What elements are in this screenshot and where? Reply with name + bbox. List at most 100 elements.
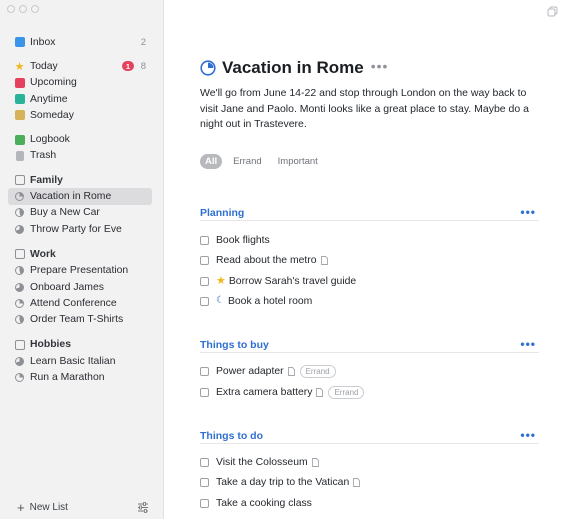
star-icon: ★ — [14, 60, 25, 73]
project-progress-icon — [14, 207, 25, 218]
sidebar-project-throw-party-for-eve[interactable]: Throw Party for Eve — [0, 221, 164, 237]
tag-filter-errand[interactable]: Errand — [228, 154, 267, 169]
page-title[interactable]: Vacation in Rome — [222, 58, 364, 78]
sidebar-project-attend-conference[interactable]: Attend Conference — [0, 295, 164, 311]
area-cube-icon — [14, 339, 25, 350]
todo-checkbox[interactable] — [200, 276, 209, 286]
todo-item[interactable]: ★ Borrow Sarah's travel guide — [200, 273, 356, 289]
project-progress-icon — [14, 356, 25, 367]
todo-checkbox[interactable] — [200, 477, 209, 487]
copy-window-icon[interactable] — [547, 6, 558, 17]
tag-filter-all[interactable]: All — [200, 154, 223, 169]
plus-icon[interactable]: + — [17, 501, 25, 514]
todo-checkbox[interactable] — [200, 498, 209, 508]
tag-filter-bar: All Errand Important — [200, 154, 323, 169]
sidebar-area-work[interactable]: Work — [0, 246, 164, 262]
new-list-button[interactable]: New List — [30, 502, 68, 513]
sidebar-item-today[interactable]: ★ Today 1 8 — [0, 58, 164, 74]
sidebar-item-label: Today — [30, 60, 58, 72]
heading-more-button[interactable]: ••• — [520, 337, 536, 351]
sidebar-project-label: Learn Basic Italian — [30, 355, 116, 367]
sidebar-project-order-team-t-shirts[interactable]: Order Team T-Shirts — [0, 311, 164, 327]
todo-label: Borrow Sarah's travel guide — [228, 275, 357, 287]
sliders-icon[interactable] — [137, 501, 149, 513]
sidebar-project-prepare-presentation[interactable]: Prepare Presentation — [0, 263, 164, 279]
sidebar-item-trash[interactable]: Trash — [0, 148, 164, 164]
calendar-icon — [14, 77, 25, 88]
todo-item[interactable]: Take a cooking class — [200, 495, 312, 511]
todo-item[interactable]: Visit the Colosseum — [200, 454, 319, 470]
project-progress-icon — [14, 282, 25, 293]
sidebar-project-label: Prepare Presentation — [30, 265, 129, 277]
sidebar-nav: Inbox 2 ★ Today 1 8 Upcoming Anytime Som… — [0, 34, 164, 386]
tag-filter-important[interactable]: Important — [273, 154, 323, 169]
sidebar-footer: + New List — [0, 495, 164, 519]
sidebar-item-label: Upcoming — [30, 77, 77, 89]
sidebar-item-inbox[interactable]: Inbox 2 — [0, 34, 164, 50]
todo-label: Take a day trip to the Vatican — [216, 476, 350, 488]
project-progress-icon — [14, 298, 25, 309]
heading-things-to-do[interactable]: Things to do ••• — [200, 428, 539, 444]
project-notes[interactable]: We'll go from June 14-22 and stop throug… — [200, 86, 540, 133]
sidebar-area-family[interactable]: Family — [0, 172, 164, 188]
todo-item[interactable]: Power adapter Errand — [200, 363, 336, 379]
todo-checkbox[interactable] — [200, 366, 209, 376]
note-icon — [316, 387, 324, 397]
sidebar-project-vacation-in-rome[interactable]: Vacation in Rome — [8, 188, 152, 205]
heading-more-button[interactable]: ••• — [520, 205, 536, 219]
todo-label: Power adapter — [216, 365, 284, 377]
note-icon — [311, 457, 319, 467]
todo-checkbox[interactable] — [200, 235, 209, 245]
zoom-window-button[interactable] — [31, 5, 39, 13]
todo-item[interactable]: ☾ Book a hotel room — [200, 293, 312, 309]
heading-things-to-buy[interactable]: Things to buy ••• — [200, 337, 539, 353]
sidebar-project-label: Onboard James — [30, 281, 104, 293]
app-window: Inbox 2 ★ Today 1 8 Upcoming Anytime Som… — [0, 0, 565, 519]
sidebar-project-run-a-marathon[interactable]: Run a Marathon — [0, 369, 164, 385]
todo-checkbox[interactable] — [200, 387, 209, 397]
sidebar-project-buy-a-new-car[interactable]: Buy a New Car — [0, 205, 164, 221]
sidebar-project-label: Throw Party for Eve — [30, 223, 122, 235]
sidebar-item-label: Logbook — [30, 134, 70, 146]
sidebar-project-label: Order Team T-Shirts — [30, 314, 124, 326]
inbox-icon — [14, 37, 25, 48]
sidebar-item-anytime[interactable]: Anytime — [0, 91, 164, 107]
project-progress-icon — [14, 372, 25, 383]
window-controls — [7, 5, 39, 13]
logbook-icon — [14, 134, 25, 145]
todo-label: Read about the metro — [216, 254, 317, 266]
sidebar: Inbox 2 ★ Today 1 8 Upcoming Anytime Som… — [0, 0, 164, 519]
todo-checkbox[interactable] — [200, 457, 209, 467]
todo-item[interactable]: Read about the metro — [200, 252, 328, 268]
heading-planning[interactable]: Planning ••• — [200, 205, 539, 221]
note-icon — [320, 255, 328, 265]
project-header: Vacation in Rome ••• — [200, 58, 388, 78]
todo-item[interactable]: Extra camera battery Errand — [200, 384, 365, 400]
sidebar-item-someday[interactable]: Someday — [0, 107, 164, 123]
sidebar-item-label: Someday — [30, 109, 74, 121]
project-progress-icon — [14, 191, 25, 202]
tag-pill: Errand — [299, 364, 336, 378]
sidebar-project-label: Run a Marathon — [30, 371, 105, 383]
sidebar-project-label: Attend Conference — [30, 297, 117, 309]
todo-checkbox[interactable] — [200, 255, 209, 265]
todo-item[interactable]: Book flights — [200, 232, 270, 248]
sidebar-item-upcoming[interactable]: Upcoming — [0, 75, 164, 91]
tag-pill: Errand — [328, 385, 365, 399]
note-icon — [353, 477, 361, 487]
todo-item[interactable]: Take a day trip to the Vatican — [200, 474, 361, 490]
minimize-window-button[interactable] — [19, 5, 27, 13]
todo-label: Book flights — [216, 234, 270, 246]
todo-checkbox[interactable] — [200, 296, 209, 306]
sidebar-project-learn-basic-italian[interactable]: Learn Basic Italian — [0, 353, 164, 369]
heading-label: Planning — [200, 206, 245, 219]
heading-more-button[interactable]: ••• — [520, 428, 536, 442]
sidebar-project-onboard-james[interactable]: Onboard James — [0, 279, 164, 295]
sidebar-item-label: Inbox — [30, 36, 56, 48]
sidebar-item-logbook[interactable]: Logbook — [0, 131, 164, 147]
project-more-button[interactable]: ••• — [371, 58, 389, 74]
project-progress-icon — [14, 224, 25, 235]
area-cube-icon — [14, 249, 25, 260]
sidebar-area-hobbies[interactable]: Hobbies — [0, 337, 164, 353]
close-window-button[interactable] — [7, 5, 15, 13]
